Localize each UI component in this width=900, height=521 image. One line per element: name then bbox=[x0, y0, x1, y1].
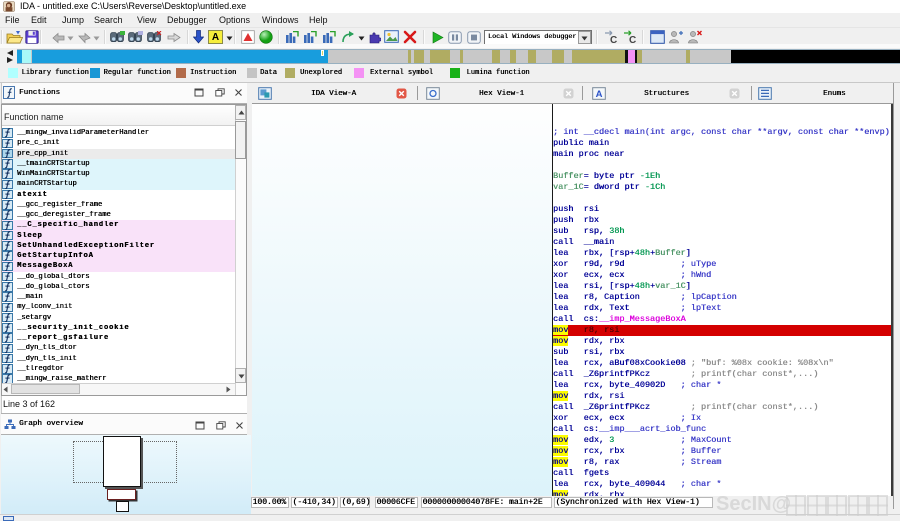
svg-text:C: C bbox=[629, 35, 636, 44]
svg-text:C: C bbox=[610, 35, 617, 44]
svg-text:A: A bbox=[596, 89, 603, 100]
